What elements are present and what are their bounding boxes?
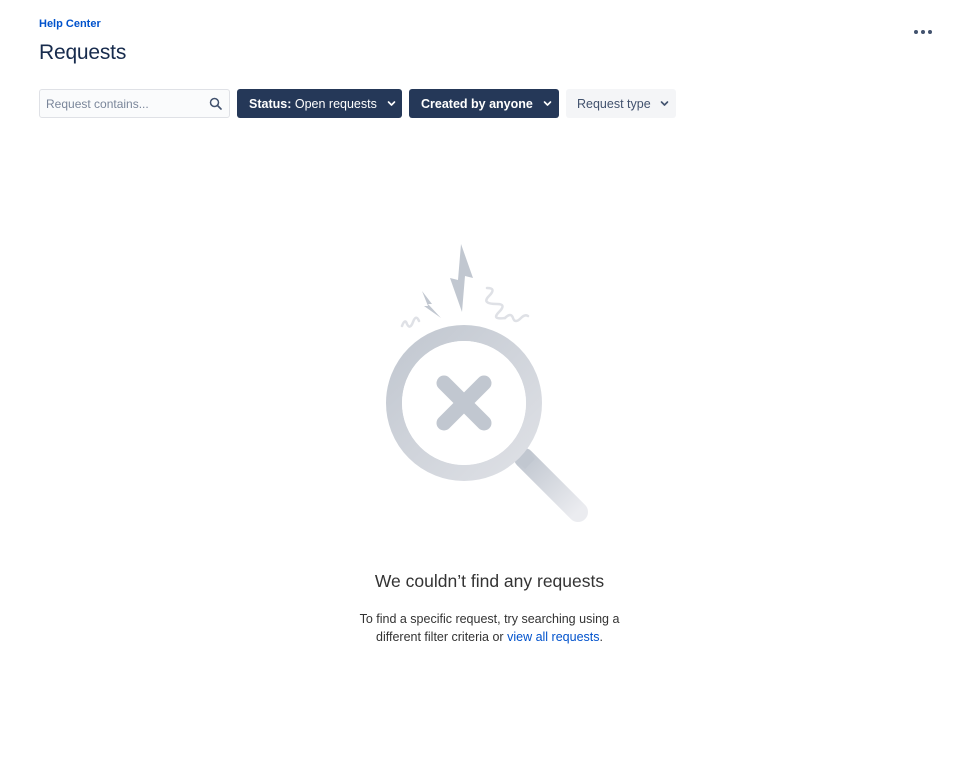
chevron-down-icon — [543, 101, 552, 106]
empty-state-description-line2: different filter criteria or view all re… — [0, 628, 979, 646]
search-input[interactable] — [40, 90, 229, 117]
chevron-down-icon — [387, 101, 396, 106]
search-icon[interactable] — [209, 97, 222, 110]
status-filter-value: Open requests — [294, 96, 377, 111]
status-filter-label: Status: — [249, 96, 292, 111]
status-filter-button[interactable]: Status: Open requests — [237, 89, 402, 118]
requests-page: Help Center Requests Status: Open reques… — [0, 0, 979, 758]
breadcrumb-help-center[interactable]: Help Center — [39, 18, 101, 30]
view-all-requests-link[interactable]: view all requests — [507, 630, 599, 644]
search-box — [39, 89, 230, 118]
page-title: Requests — [39, 41, 127, 64]
more-actions-button[interactable] — [906, 22, 940, 42]
empty-state-description-line1: To find a specific request, try searchin… — [359, 612, 620, 626]
empty-state-description-text: different filter criteria or — [376, 630, 504, 644]
created-by-filter-button[interactable]: Created by anyone — [409, 89, 559, 118]
created-by-filter-label: Created by anyone — [421, 96, 533, 111]
magnifier-no-results-icon — [386, 244, 588, 522]
empty-state-title: We couldn’t find any requests — [374, 571, 605, 591]
more-horizontal-icon — [914, 30, 932, 34]
empty-state-link-suffix: . — [599, 630, 603, 644]
request-type-filter-button[interactable]: Request type — [566, 89, 676, 118]
request-type-filter-label: Request type — [577, 96, 651, 111]
chevron-down-icon — [660, 101, 669, 106]
empty-state-description: To find a specific request, try searchin… — [0, 610, 979, 646]
